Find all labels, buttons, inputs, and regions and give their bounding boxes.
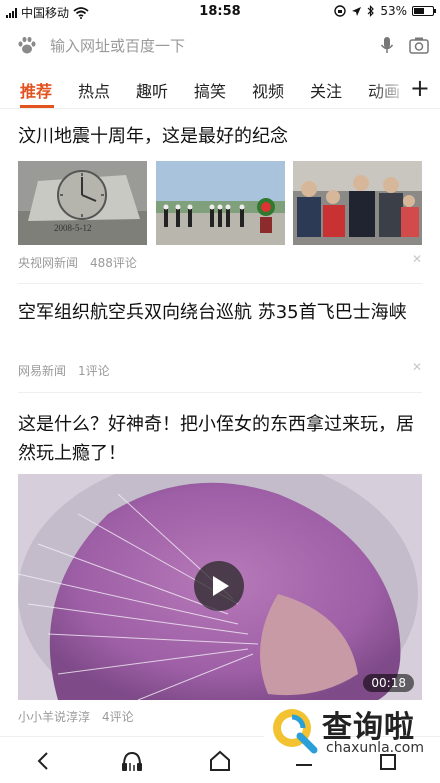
camera-icon[interactable] — [408, 34, 430, 56]
clock-date-label: 2008-5-12 — [54, 223, 92, 233]
video-title[interactable]: 这是什么？好神奇！把小侄女的东西拿过来玩，居然玩上瘾了！ — [18, 410, 418, 468]
bluetooth-icon — [367, 5, 375, 17]
channel-tabs: 推荐 热点 趣听 搞笑 视频 关注 动画 + — [0, 72, 440, 109]
microphone-icon[interactable] — [376, 34, 398, 56]
news-title[interactable]: 汶川地震十周年，这是最好的纪念 — [18, 122, 418, 151]
video-source: 小小羊说淳淳 — [18, 710, 91, 724]
video-duration: 00:18 — [363, 674, 414, 692]
news-image-ceremony[interactable] — [156, 161, 285, 245]
status-bar: 中国移动 18:58 53% — [0, 0, 440, 24]
tab-follow[interactable]: 关注 — [310, 78, 342, 102]
play-button[interactable] — [194, 561, 244, 611]
dismiss-icon[interactable]: ✕ — [412, 252, 422, 266]
divider — [18, 283, 422, 284]
back-icon[interactable] — [30, 747, 58, 775]
status-right: 53% — [334, 4, 436, 18]
divider — [18, 392, 422, 393]
tabs-fade — [370, 72, 410, 106]
news-title[interactable]: 空军组织航空兵双向绕台巡航 苏35首飞巴士海峡 — [18, 298, 418, 327]
video-comment-count[interactable]: 4评论 — [102, 710, 134, 724]
news-source: 网易新闻 — [18, 364, 67, 378]
search-bar[interactable]: 输入网址或百度一下 — [10, 28, 430, 62]
location-icon — [352, 6, 362, 16]
paw-icon — [18, 36, 36, 54]
video-meta: 小小羊说淳淳 4评论 — [18, 708, 134, 725]
video-player[interactable]: 00:18 — [18, 474, 422, 700]
tab-listen[interactable]: 趣听 — [136, 78, 168, 102]
battery-icon — [412, 6, 436, 16]
chaxunla-watermark: 查询啦 chaxunla.com — [264, 700, 434, 762]
watermark-domain: chaxunla.com — [326, 740, 424, 756]
chaxunla-logo-icon — [264, 700, 322, 758]
news-image-memorial[interactable]: 2008-5-12 — [18, 161, 147, 245]
dismiss-icon[interactable]: ✕ — [412, 360, 422, 374]
tab-funny[interactable]: 搞笑 — [194, 78, 226, 102]
active-tab-indicator — [20, 105, 54, 108]
news-meta: 网易新闻 1评论 — [18, 362, 110, 379]
news-meta: 央视网新闻 488评论 — [18, 254, 137, 271]
podcast-icon[interactable] — [118, 747, 146, 775]
orientation-lock-icon — [334, 5, 347, 17]
tab-recommend[interactable]: 推荐 — [20, 78, 52, 102]
news-source: 央视网新闻 — [18, 256, 79, 270]
home-icon[interactable] — [206, 747, 234, 775]
battery-percent: 53% — [380, 4, 407, 18]
news-comment-count[interactable]: 488评论 — [90, 256, 137, 270]
add-channel-icon[interactable]: + — [410, 74, 430, 102]
search-input[interactable]: 输入网址或百度一下 — [50, 35, 366, 56]
news-image-family[interactable] — [293, 161, 422, 245]
news-comment-count[interactable]: 1评论 — [78, 364, 110, 378]
tab-video[interactable]: 视频 — [252, 78, 284, 102]
tab-hot[interactable]: 热点 — [78, 78, 110, 102]
